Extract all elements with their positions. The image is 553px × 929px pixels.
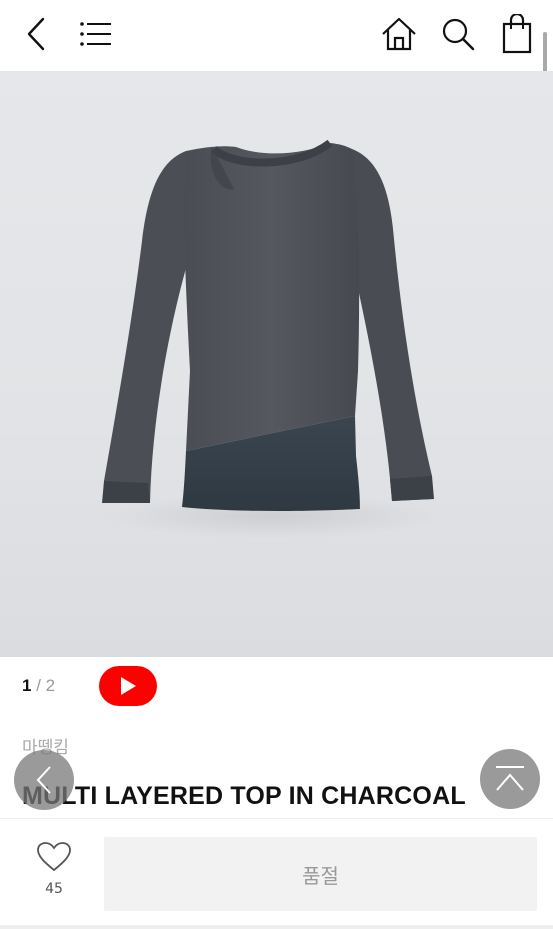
scroll-to-top-button[interactable] — [480, 749, 540, 809]
bottom-divider — [0, 925, 553, 929]
gallery-meta-row: 1 / 2 — [0, 658, 553, 714]
product-title: MULTI LAYERED TOP IN CHARCOAL — [22, 782, 466, 810]
top-navigation-bar — [0, 0, 553, 71]
like-count: 45 — [45, 881, 63, 897]
youtube-play-icon — [121, 677, 136, 695]
home-button[interactable] — [380, 14, 418, 54]
image-counter: 1 / 2 — [22, 676, 55, 696]
like-button[interactable]: 45 — [20, 841, 88, 911]
bottom-action-bar: 45 품절 — [0, 818, 553, 929]
search-icon — [442, 18, 475, 51]
previous-button[interactable] — [14, 750, 74, 810]
cart-button[interactable] — [498, 12, 536, 56]
search-button[interactable] — [438, 14, 478, 54]
soldout-button[interactable]: 품절 — [104, 837, 537, 911]
total-image-number: 2 — [45, 676, 56, 695]
back-button[interactable] — [20, 14, 52, 54]
product-image-gallery[interactable] — [0, 71, 553, 657]
product-photo — [102, 139, 442, 538]
arrow-up-icon — [496, 766, 524, 791]
counter-separator: / — [36, 676, 41, 695]
current-image-number: 1 — [22, 676, 32, 695]
chevron-left-icon — [27, 17, 45, 51]
shopping-bag-icon — [502, 14, 532, 54]
chevron-left-icon — [36, 766, 51, 794]
video-play-button[interactable] — [99, 666, 157, 706]
home-icon — [382, 17, 416, 51]
heart-icon — [37, 842, 71, 872]
menu-button[interactable] — [78, 17, 114, 51]
hamburger-menu-icon — [80, 22, 111, 46]
